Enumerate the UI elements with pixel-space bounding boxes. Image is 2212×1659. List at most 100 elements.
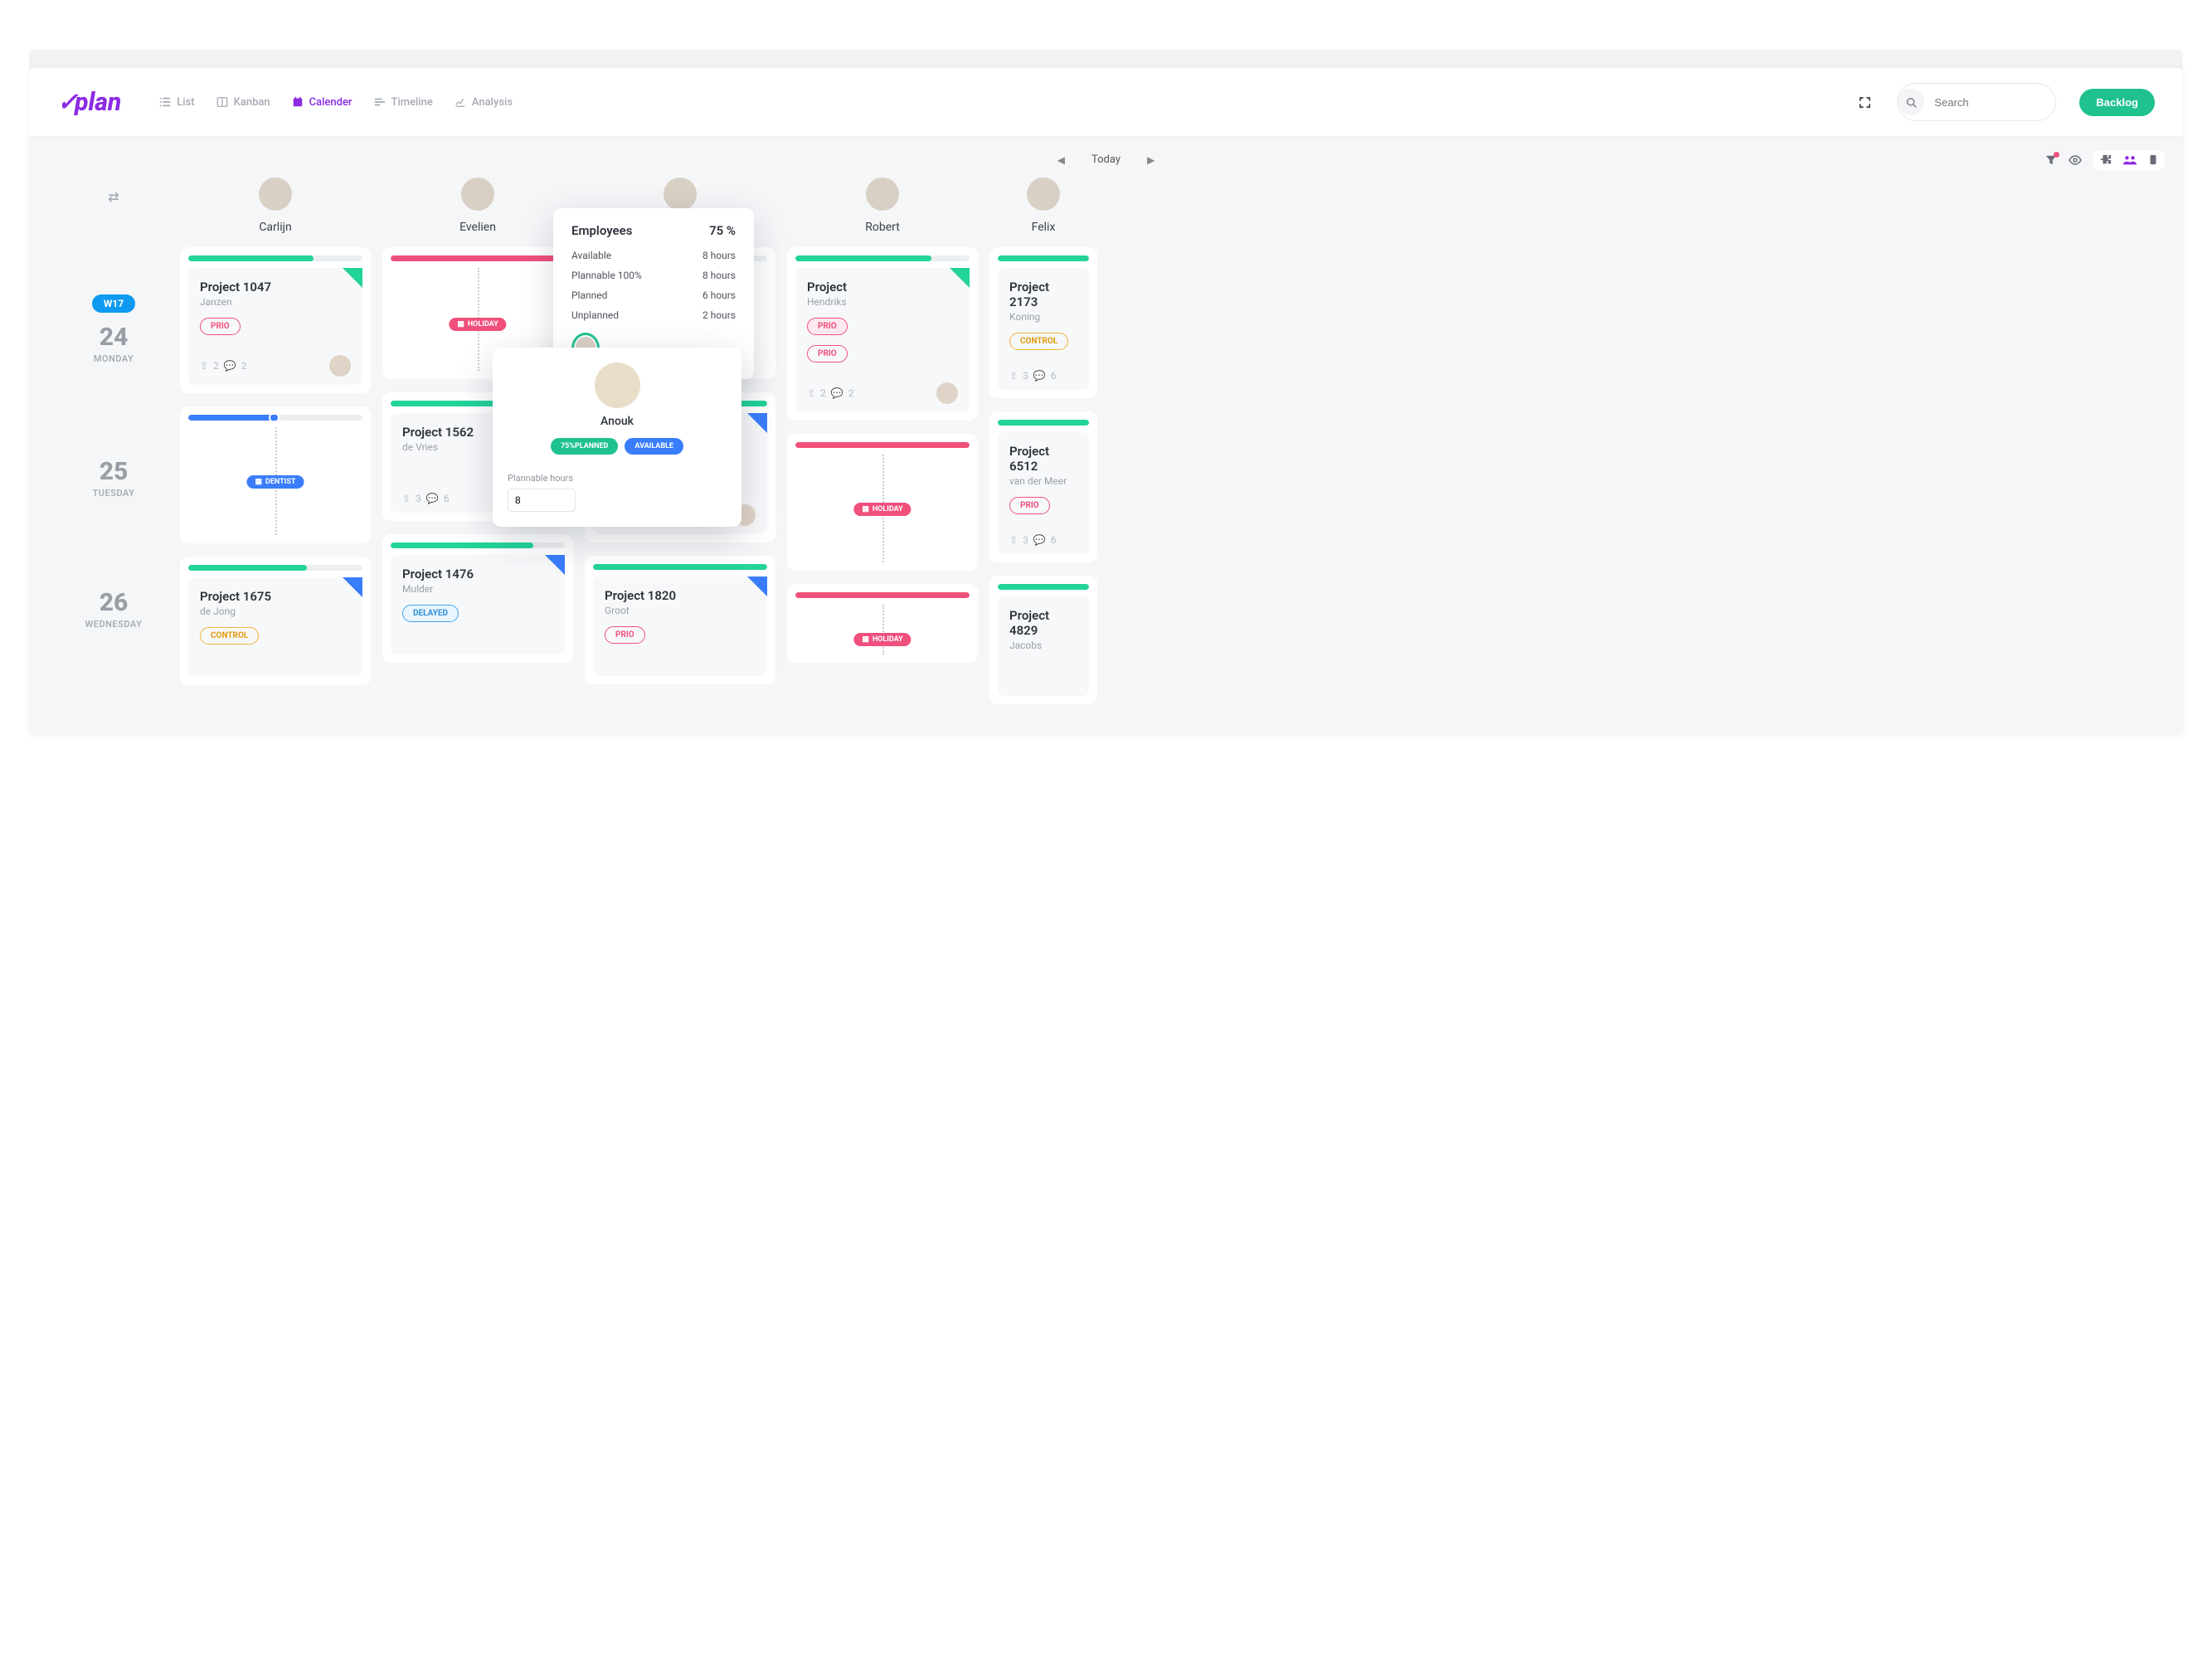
search-input[interactable]: [1934, 96, 2042, 109]
card-title: Project: [807, 280, 958, 294]
view-analysis-label: Analysis: [472, 96, 513, 109]
avatar: [329, 355, 351, 377]
tag-prio: PRIO: [200, 318, 241, 335]
view-timeline[interactable]: Timeline: [374, 96, 433, 109]
attachments-count: 3: [1023, 534, 1028, 546]
column-name: Evelien: [382, 221, 573, 234]
shuffle-icon[interactable]: ⇄: [104, 189, 124, 205]
filter-icon[interactable]: [2045, 154, 2057, 166]
brand-logo: plan: [57, 88, 121, 117]
card-title: Project 1476: [402, 567, 553, 581]
search-box[interactable]: [1897, 83, 2056, 121]
plannable-hours-input[interactable]: [508, 489, 576, 512]
attachments-count: 2: [213, 360, 219, 372]
people-icon[interactable]: [2123, 154, 2137, 166]
project-card[interactable]: Project 1675 de Jong CONTROL: [188, 577, 362, 677]
holiday-chip[interactable]: ▦HOLIDAY: [449, 318, 506, 331]
backlog-button[interactable]: Backlog: [2079, 89, 2155, 116]
comments-count: 2: [241, 360, 247, 372]
avatar: [936, 382, 958, 404]
upload-icon: ⇪: [402, 493, 411, 504]
tag-prio: PRIO: [605, 626, 645, 644]
attachments-count: 3: [1023, 370, 1028, 382]
person-name: Anouk: [493, 415, 741, 428]
app-window: plan List Kanban Calender: [29, 68, 2183, 734]
popover-title: Employees: [571, 223, 632, 238]
card-title: Project 1047: [200, 280, 351, 294]
avatar[interactable]: [1027, 178, 1060, 211]
column-name: Carlijn: [180, 221, 371, 234]
person-popover: Anouk 75%PLANNED AVAILABLE Plannable hou…: [493, 348, 741, 527]
view-calendar-label: Calender: [309, 96, 352, 109]
avatar[interactable]: [461, 178, 494, 211]
project-card[interactable]: Project 1820 Groot PRIO: [593, 577, 767, 676]
card-subtitle: Janzen: [200, 296, 351, 308]
project-card[interactable]: Project 6512 van der Meer PRIO ⇪3 💬6: [998, 432, 1089, 554]
calendar-icon: ▦: [862, 505, 869, 513]
day-name: MONDAY: [47, 353, 180, 364]
available-pill: AVAILABLE: [625, 438, 683, 455]
card-subtitle: Hendriks: [807, 296, 958, 308]
card-title: Project 6512: [1009, 444, 1077, 474]
avatar: [595, 362, 640, 408]
tag-prio: PRIO: [807, 345, 848, 362]
card-title: Project 2173: [1009, 280, 1077, 309]
day-number: 24: [47, 323, 180, 352]
avatar[interactable]: [664, 178, 697, 211]
kanban-icon: [216, 96, 228, 108]
calendar-icon: ▦: [255, 478, 263, 486]
fullscreen-icon[interactable]: [1859, 96, 1874, 109]
tag-prio: PRIO: [1009, 497, 1050, 514]
calendar-icon: ▦: [457, 320, 464, 328]
project-card[interactable]: Project 1476 Mulder DELAYED: [391, 555, 565, 654]
timeline-icon: [374, 96, 386, 108]
tag-control: CONTROL: [1009, 333, 1068, 350]
column-name: Felix: [989, 221, 1097, 234]
puzzle-icon[interactable]: [2100, 154, 2112, 166]
card-subtitle: Groot: [605, 605, 756, 616]
holiday-chip[interactable]: ▦HOLIDAY: [853, 633, 911, 646]
view-list[interactable]: List: [159, 96, 194, 109]
upload-icon: ⇪: [807, 387, 815, 399]
eye-icon[interactable]: [2069, 153, 2082, 167]
avatar[interactable]: [866, 178, 899, 211]
list-icon: [159, 96, 171, 108]
attachments-count: 3: [416, 493, 421, 504]
comments-count: 2: [848, 387, 854, 399]
card-title: Project 1675: [200, 589, 351, 604]
view-analysis[interactable]: Analysis: [455, 96, 513, 109]
plannable-label: Plannable hours: [493, 455, 741, 489]
view-kanban[interactable]: Kanban: [216, 96, 270, 109]
card-title: Project 4829: [1009, 608, 1077, 638]
tag-icon[interactable]: [2148, 154, 2158, 166]
project-card[interactable]: Project 4829 Jacobs: [998, 596, 1089, 696]
comments-count: 6: [1051, 370, 1057, 382]
day-name: WEDNESDAY: [47, 619, 180, 630]
today-label[interactable]: Today: [1091, 153, 1121, 166]
upload-icon: ⇪: [1009, 370, 1018, 382]
attachments-count: 2: [820, 387, 826, 399]
card-subtitle: van der Meer: [1009, 475, 1077, 487]
card-subtitle: de Jong: [200, 606, 351, 617]
day-number: 25: [47, 457, 180, 486]
popover-percent: 75 %: [709, 223, 736, 238]
card-subtitle: Jacobs: [1009, 640, 1077, 651]
dentist-chip[interactable]: ▦DENTIST: [247, 475, 304, 489]
tag-prio-overlay: PRIO: [807, 318, 848, 335]
holiday-chip[interactable]: ▦HOLIDAY: [853, 503, 911, 516]
upload-icon: ⇪: [1009, 534, 1018, 546]
prev-arrow-icon[interactable]: ◀: [1057, 154, 1065, 166]
view-list-label: List: [177, 96, 194, 109]
comment-icon: 💬: [831, 387, 843, 399]
next-arrow-icon[interactable]: ▶: [1147, 154, 1155, 166]
tag-delayed: DELAYED: [402, 605, 459, 622]
project-card[interactable]: Project 1047 Janzen PRIO ⇪2 💬2: [188, 268, 362, 385]
project-card[interactable]: Project 2173 Koning CONTROL ⇪3 💬6: [998, 268, 1089, 390]
day-name: TUESDAY: [47, 488, 180, 499]
avatar[interactable]: [259, 178, 292, 211]
comments-count: 6: [1051, 534, 1057, 546]
week-chip: W17: [92, 294, 135, 313]
view-calendar[interactable]: Calender: [292, 96, 352, 109]
project-card[interactable]: Project Hendriks PRIO PRIO ⇪ 2 💬 2: [795, 268, 970, 412]
planned-pill: 75%PLANNED: [551, 438, 618, 455]
